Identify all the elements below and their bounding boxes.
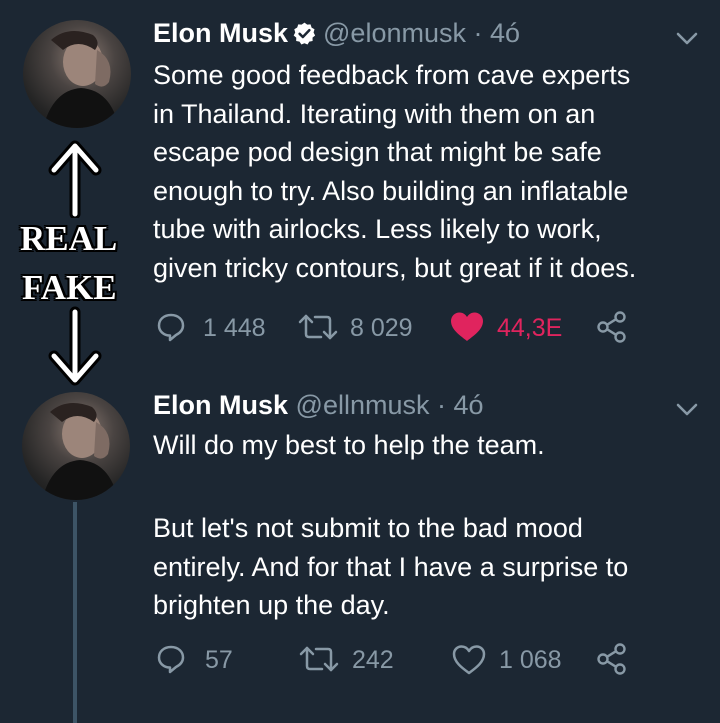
- text-line: But let's not submit to the bad mood: [153, 513, 583, 543]
- author-name[interactable]: Elon Musk: [153, 18, 288, 48]
- like-count: 44,3E: [497, 314, 563, 342]
- like-icon[interactable]: [451, 644, 487, 676]
- arrow-down-icon: [48, 306, 102, 386]
- share-icon[interactable]: [596, 311, 628, 343]
- tweet-time[interactable]: 4ó: [490, 18, 520, 48]
- tweet-fake-text: Will do my best to help the team. But le…: [153, 426, 628, 625]
- author-handle[interactable]: @elonmusk: [323, 18, 466, 48]
- arrow-up-icon: [48, 140, 102, 218]
- reply-icon[interactable]: [156, 312, 186, 342]
- chevron-down-icon[interactable]: [675, 31, 699, 47]
- tweet-real-text: Some good feedback from cave experts in …: [153, 56, 636, 287]
- text-line: tube with airlocks. Less likely to work,: [153, 214, 602, 244]
- reply-count: 1 448: [203, 314, 266, 342]
- separator-dot: ·: [473, 18, 483, 48]
- fake-label: FAKE: [22, 268, 117, 307]
- retweet-count: 242: [352, 646, 394, 674]
- text-line: Some good feedback from cave experts: [153, 60, 631, 90]
- text-line: brighten up the day.: [153, 590, 390, 620]
- reply-icon[interactable]: [156, 644, 186, 674]
- reply-count: 57: [205, 646, 233, 674]
- verified-badge-icon: [293, 22, 316, 45]
- author-name[interactable]: Elon Musk: [153, 390, 288, 420]
- avatar-fake[interactable]: [22, 392, 130, 500]
- text-line: in Thailand. Iterating with them on an: [153, 98, 596, 129]
- tweet-fake-header: Elon Musk @ellnmusk · 4ó: [153, 388, 484, 422]
- real-label: REAL: [20, 219, 118, 258]
- retweet-icon[interactable]: [298, 313, 338, 341]
- tweet-time[interactable]: 4ó: [454, 390, 484, 420]
- share-icon[interactable]: [596, 643, 628, 675]
- text-line: enough to try. Also building an inflatab…: [153, 175, 629, 206]
- separator-dot: ·: [437, 390, 446, 420]
- author-handle[interactable]: @ellnmusk: [296, 390, 430, 420]
- avatar-real[interactable]: [23, 20, 131, 128]
- like-icon[interactable]: [449, 311, 485, 343]
- text-line: entirely. And for that I have a surprise…: [153, 551, 629, 582]
- text-line: given tricky contours, but great if it d…: [153, 252, 637, 283]
- text-line: escape pod design that might be safe: [153, 137, 602, 167]
- like-count: 1 068: [499, 646, 562, 674]
- tweet-real-header: Elon Musk @elonmusk · 4ó: [153, 16, 520, 50]
- chevron-down-icon[interactable]: [675, 402, 699, 418]
- thread-line: [73, 502, 77, 723]
- retweet-count: 8 029: [350, 314, 413, 342]
- retweet-icon[interactable]: [299, 645, 339, 673]
- text-line: Will do my best to help the team.: [153, 430, 545, 460]
